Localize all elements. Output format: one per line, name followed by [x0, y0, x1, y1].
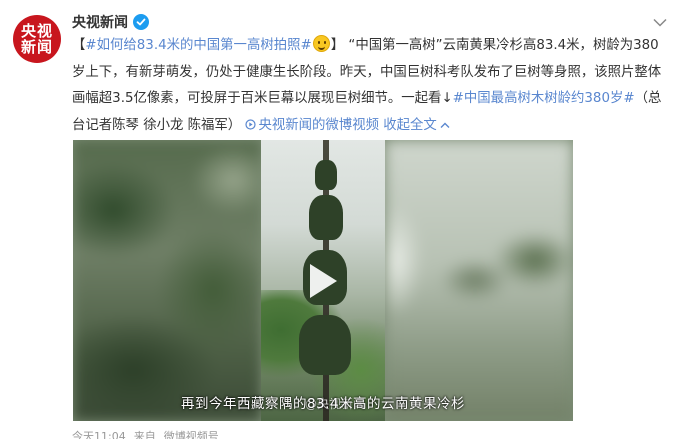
chevron-down-icon[interactable]: [651, 16, 669, 28]
video-subtitle: 再到今年西藏察隅的83.4米高的云南黄果冷杉: [180, 396, 466, 412]
post-source[interactable]: 微博视频号: [164, 428, 219, 439]
tree-crown: [299, 315, 351, 375]
post-meta: 今天11:04 来自 微博视频号: [72, 428, 219, 439]
avatar[interactable]: 央视 新闻: [13, 15, 61, 63]
location-pin-icon: [245, 118, 257, 130]
hashtag-link[interactable]: #中国最高树木树龄约380岁#: [453, 91, 635, 106]
avatar-text-line2: 新闻: [20, 37, 53, 56]
video-player[interactable]: @央视新闻 再到今年西藏察隅的83.4米高的云南黄果冷杉: [73, 140, 573, 421]
source-prefix: 来自: [133, 430, 156, 439]
chevron-up-icon: [440, 122, 450, 128]
video-blur-background-left: [73, 140, 261, 421]
play-icon[interactable]: [304, 259, 342, 303]
post-content: 【#如何给83.4米的中国第一高树拍照#】 “中国第一高树”云南黄果冷杉高83.…: [72, 33, 672, 139]
topic-link[interactable]: #如何给83.4米的中国第一高树拍照#: [85, 38, 311, 53]
topic-bracket-open: 【: [72, 38, 86, 53]
tree-crown: [309, 195, 343, 240]
video-source-label: 央视新闻的微博视频: [258, 117, 379, 133]
tree-crown: [315, 160, 337, 190]
smile-emoji-icon: [312, 35, 330, 52]
topic-bracket-close: 】: [330, 38, 345, 53]
avatar-text-line1: 央视: [20, 21, 53, 40]
collapse-link[interactable]: 收起全文: [383, 118, 450, 133]
collapse-label: 收起全文: [383, 117, 437, 133]
account-name[interactable]: 央视新闻: [72, 12, 128, 32]
verified-badge-icon: [133, 14, 149, 30]
video-source-link[interactable]: 央视新闻的微博视频: [245, 118, 379, 133]
post-time[interactable]: 今天11:04: [72, 428, 126, 439]
account-header: 央视新闻: [72, 12, 149, 32]
video-blur-background-right: [385, 140, 573, 421]
